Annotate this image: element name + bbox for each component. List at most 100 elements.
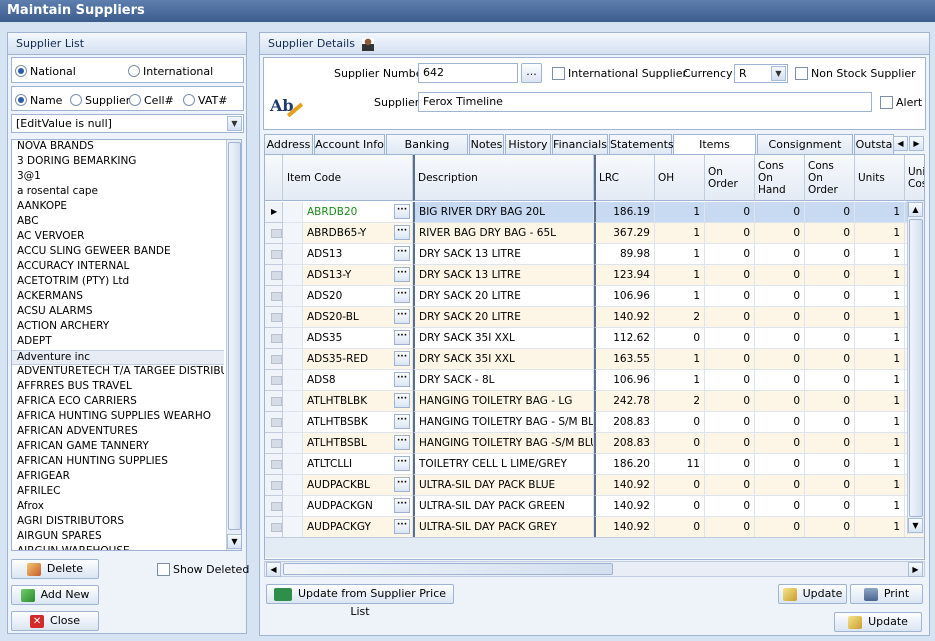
tab-items-supplied[interactable]: Items Supplied [673,134,756,170]
numeric-cell[interactable]: 0 [755,223,805,244]
numeric-cell[interactable]: 0 [805,307,855,328]
item-lookup-button[interactable]: ··· [394,267,410,282]
numeric-cell[interactable]: 1 [855,496,905,517]
supplier-list-item[interactable]: 3@1 [12,170,224,185]
numeric-cell[interactable]: 1 [655,202,705,223]
description-cell[interactable]: DRY SACK 13 LITRE [413,244,594,265]
numeric-cell[interactable]: 0 [755,496,805,517]
tab-address[interactable]: Address [264,134,313,154]
update-button[interactable]: Update [834,612,922,632]
numeric-cell[interactable]: 0 [705,412,755,433]
numeric-cell[interactable]: 1 [855,307,905,328]
table-row[interactable]: ATLHTBSBK HANGING TOILETRY BAG - S/M BLK 2… [265,412,924,433]
item-lookup-button[interactable]: ··· [394,225,410,240]
numeric-cell[interactable]: 1 [655,286,705,307]
search-by-name-option[interactable]: Name [15,93,62,107]
numeric-cell[interactable]: 0 [705,496,755,517]
row-selector[interactable] [265,517,283,538]
numeric-cell[interactable]: 1 [655,244,705,265]
table-row[interactable]: ADS35-RED DRY SACK 35I XXL 163.55 1 0 0 0 1 ··· [265,349,924,370]
grid-vertical-scrollbar[interactable]: ▲ ▼ [907,201,924,534]
supplier-list-item[interactable]: Adventure inc [12,350,224,365]
grid-horizontal-scrollbar[interactable]: ◀ ▶ [264,561,925,577]
description-cell[interactable]: HANGING TOILETRY BAG - S/M BLK [413,412,594,433]
numeric-cell[interactable]: 1 [655,265,705,286]
numeric-cell[interactable]: 1 [855,475,905,496]
numeric-cell[interactable]: 0 [705,391,755,412]
row-selector[interactable]: ▶ [265,202,283,223]
scroll-down-icon[interactable]: ▼ [227,534,241,549]
national-option[interactable]: National [15,64,76,78]
row-selector[interactable] [265,475,283,496]
scroll-up-icon[interactable]: ▲ [908,202,923,217]
numeric-cell[interactable]: 208.83 [594,433,655,454]
supplier-list-item[interactable]: NOVA BRANDS [12,140,224,155]
supplier-list-item[interactable]: ACKERMANS [12,290,224,305]
supplier-list-item[interactable]: ADEPT [12,335,224,350]
table-row[interactable]: AUDPACKGN ULTRA-SIL DAY PACK GREEN 140.92 0… [265,496,924,517]
tab-statements[interactable]: Statements [609,134,674,154]
item-lookup-button[interactable]: ··· [394,393,410,408]
scroll-right-icon[interactable]: ▶ [908,562,923,577]
table-row[interactable]: ATLTCLLI TOILETRY CELL L LIME/GREY 186.20… [265,454,924,475]
row-selector[interactable] [265,412,283,433]
scroll-down-icon[interactable]: ▼ [908,518,923,533]
add-new-button[interactable]: Add New [11,585,99,605]
numeric-cell[interactable]: 0 [755,265,805,286]
numeric-cell[interactable]: 2 [655,391,705,412]
international-option[interactable]: International [128,64,213,78]
description-cell[interactable]: HANGING TOILETRY BAG - LG [413,391,594,412]
numeric-cell[interactable]: 106.96 [594,286,655,307]
tabs-scroll-right-icon[interactable]: ▶ [909,136,924,151]
non-stock-supplier-checkbox[interactable] [795,66,808,80]
row-selector[interactable] [265,496,283,517]
numeric-cell[interactable]: 0 [705,286,755,307]
numeric-cell[interactable]: 0 [755,307,805,328]
table-row[interactable]: AUDPACKBL ULTRA-SIL DAY PACK BLUE 140.92 0 0… [265,475,924,496]
delete-button[interactable]: Delete [11,559,99,579]
numeric-cell[interactable]: 0 [705,244,755,265]
description-cell[interactable]: DRY SACK 35I XXL [413,349,594,370]
numeric-cell[interactable]: 0 [805,517,855,538]
numeric-cell[interactable]: 0 [805,286,855,307]
table-row[interactable]: ▶ ABRDB20 BIG RIVER DRY BAG 20L 186.19 1 0 0 0 1… [265,202,924,223]
table-row[interactable]: ADS13 DRY SACK 13 LITRE 89.98 1 0 0 0 1 ··· [265,244,924,265]
numeric-cell[interactable]: 0 [755,202,805,223]
supplier-list-item[interactable]: AIRGUN SPARES [12,530,224,545]
scroll-left-icon[interactable]: ◀ [266,562,281,577]
numeric-cell[interactable]: 0 [805,391,855,412]
row-selector[interactable] [265,349,283,370]
supplier-list-scrollbar[interactable]: ▼ [226,140,241,550]
numeric-cell[interactable]: 1 [855,370,905,391]
tab-consignment-stock[interactable]: Consignment Stock [757,134,853,170]
supplier-list-item[interactable]: AFRICAN GAME TANNERY [12,440,224,455]
description-cell[interactable]: ULTRA-SIL DAY PACK BLUE [413,475,594,496]
description-cell[interactable]: DRY SACK 35I XXL [413,328,594,349]
description-cell[interactable]: TOILETRY CELL L LIME/GREY [413,454,594,475]
numeric-cell[interactable]: 0 [655,517,705,538]
column-header[interactable]: Item Code [283,155,413,201]
description-cell[interactable]: DRY SACK 20 LITRE [413,307,594,328]
column-header[interactable]: Units [855,155,905,201]
table-row[interactable]: ATLHTBSBL HANGING TOILETRY BAG -S/M BLUE 2… [265,433,924,454]
column-header[interactable]: Description [413,155,594,201]
numeric-cell[interactable]: 0 [655,412,705,433]
numeric-cell[interactable]: 0 [755,370,805,391]
row-selector[interactable] [265,433,283,454]
numeric-cell[interactable]: 0 [805,370,855,391]
numeric-cell[interactable]: 0 [805,244,855,265]
numeric-cell[interactable]: 0 [805,202,855,223]
item-lookup-button[interactable]: ··· [394,372,410,387]
numeric-cell[interactable]: 163.55 [594,349,655,370]
numeric-cell[interactable]: 1 [855,454,905,475]
numeric-cell[interactable]: 0 [705,370,755,391]
item-lookup-button[interactable]: ··· [394,435,410,450]
tab-account-info[interactable]: Account Info [314,134,385,154]
supplier-list-item[interactable]: ACCU SLING GEWEER BANDE [12,245,224,260]
column-header[interactable]: On Order [705,155,755,201]
update-from-price-list-button[interactable]: Update from Supplier Price List [266,584,454,618]
numeric-cell[interactable]: 242.78 [594,391,655,412]
numeric-cell[interactable]: 186.19 [594,202,655,223]
description-cell[interactable]: ULTRA-SIL DAY PACK GREEN [413,496,594,517]
supplier-number-field[interactable]: 642 [418,63,518,83]
